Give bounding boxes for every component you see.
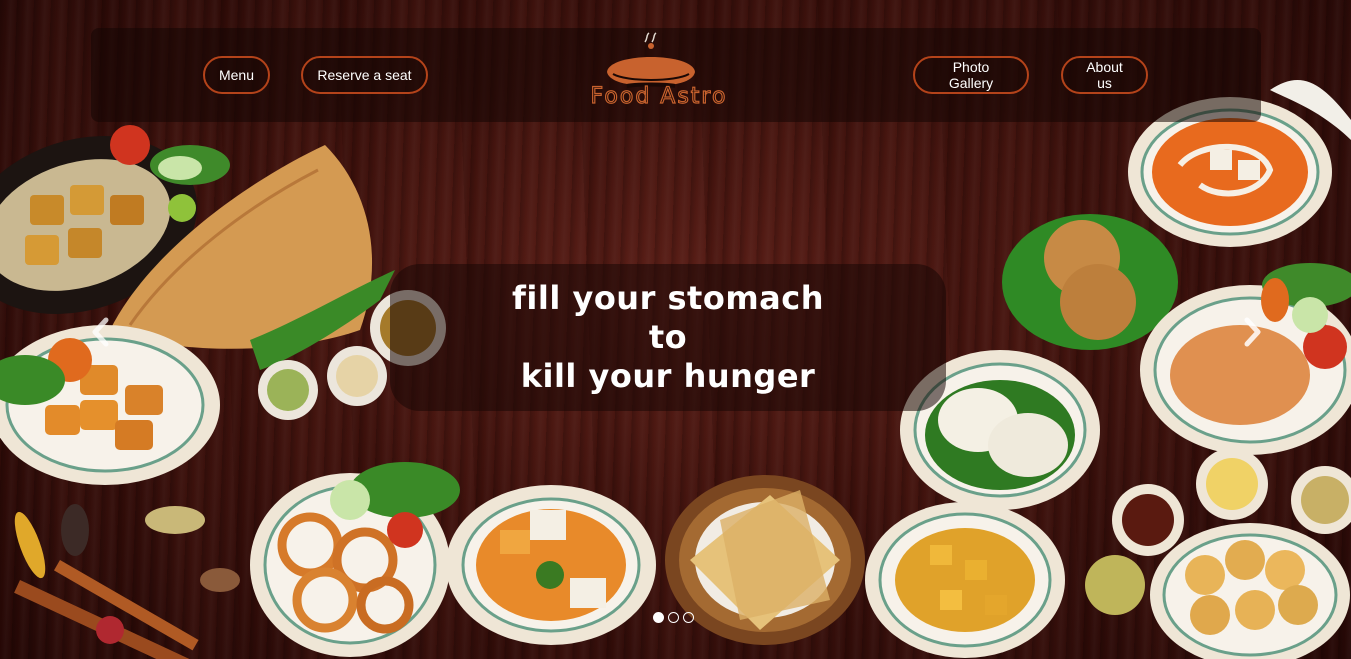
carousel-next-button[interactable] <box>1237 314 1267 350</box>
carousel-indicator-1[interactable] <box>653 612 664 623</box>
hero-line-3: kill your hunger <box>520 357 816 395</box>
food-astro-logo[interactable]: Food Astro <box>547 32 771 118</box>
hero-caption-box: fill your stomach to kill your hunger <box>390 264 946 411</box>
puri-plate-image <box>1150 523 1350 659</box>
spices-image <box>14 504 240 659</box>
nav-menu-button[interactable]: Menu <box>203 56 270 94</box>
nav-about-us-button[interactable]: About us <box>1061 56 1148 94</box>
nav-photo-gallery-button[interactable]: Photo Gallery <box>913 56 1029 94</box>
logo-text: Food Astro <box>590 83 728 109</box>
carousel-prev-button[interactable] <box>86 314 116 350</box>
paneer-curry-bowl-image <box>446 485 656 645</box>
hero-line-1: fill your stomach <box>511 279 825 317</box>
carousel-indicators <box>653 612 694 623</box>
naan-basket-image <box>665 475 865 645</box>
hero-line-2: to <box>648 318 688 356</box>
onion-rings-plate-image <box>250 462 460 657</box>
aloo-sabzi-bowl-image <box>865 502 1065 658</box>
carousel-indicator-2[interactable] <box>668 612 679 623</box>
nav-reserve-seat-button[interactable]: Reserve a seat <box>301 56 428 94</box>
carousel-indicator-3[interactable] <box>683 612 694 623</box>
top-navbar: Menu Reserve a seat Food Astro Photo Gal… <box>91 28 1261 122</box>
vada-leaf-image <box>1002 214 1178 350</box>
chevron-left-icon <box>92 317 109 347</box>
chevron-right-icon <box>1244 317 1261 347</box>
